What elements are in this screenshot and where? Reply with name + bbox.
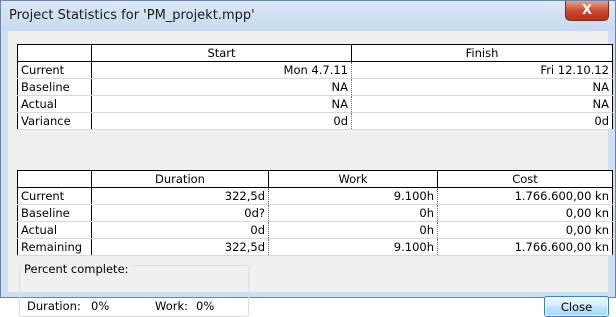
start-cell: 0d xyxy=(91,112,352,130)
duration-percent-label: Duration: xyxy=(27,299,81,313)
row-label: Actual xyxy=(17,95,92,113)
work-cell: 0h xyxy=(268,221,438,239)
column-header-finish: Finish xyxy=(351,44,613,62)
table-row: Current Mon 4.7.11 Fri 12.10.12 xyxy=(17,61,613,79)
window-title: Project Statistics for 'PM_projekt.mpp' xyxy=(9,8,255,23)
duration-percent-value: 0% xyxy=(91,299,110,313)
work-cell: 9.100h xyxy=(268,238,438,256)
table-row: Actual 0d 0h 0,00 kn xyxy=(17,221,613,239)
row-label: Current xyxy=(17,187,92,205)
cost-cell: 0,00 kn xyxy=(437,204,613,222)
column-header-work: Work xyxy=(268,170,438,188)
row-label: Variance xyxy=(17,112,92,130)
table-header-row: Duration Work Cost xyxy=(17,170,613,188)
row-label: Baseline xyxy=(17,78,92,96)
cost-cell: 1.766.600,00 kn xyxy=(437,238,613,256)
row-label: Baseline xyxy=(17,204,92,222)
column-header-duration: Duration xyxy=(91,170,269,188)
start-cell: NA xyxy=(91,78,352,96)
column-header-cost: Cost xyxy=(437,170,613,188)
table-row: Baseline NA NA xyxy=(17,78,613,96)
finish-cell: NA xyxy=(351,95,613,113)
duration-cell: 0d? xyxy=(91,204,269,222)
close-window-icon[interactable]: X xyxy=(565,1,609,21)
title-bar[interactable]: Project Statistics for 'PM_projekt.mpp' … xyxy=(1,1,615,31)
start-cell: NA xyxy=(91,95,352,113)
row-label: Remaining xyxy=(17,238,92,256)
cost-cell: 1.766.600,00 kn xyxy=(437,187,613,205)
table-row: Remaining 322,5d 9.100h 1.766.600,00 kn xyxy=(17,238,613,256)
project-statistics-dialog: Project Statistics for 'PM_projekt.mpp' … xyxy=(0,0,616,317)
table-row: Current 322,5d 9.100h 1.766.600,00 kn xyxy=(17,187,613,205)
row-label: Actual xyxy=(17,221,92,239)
finish-cell: Fri 12.10.12 xyxy=(351,61,613,79)
duration-cell: 322,5d xyxy=(91,238,269,256)
column-header-start: Start xyxy=(91,44,352,62)
work-percent-label: Work: xyxy=(155,299,188,313)
work-percent-value: 0% xyxy=(196,299,215,313)
work-cell: 9.100h xyxy=(268,187,438,205)
statistics-table: Duration Work Cost Current 322,5d 9.100h… xyxy=(17,170,613,256)
table-row: Baseline 0d? 0h 0,00 kn xyxy=(17,204,613,222)
duration-cell: 322,5d xyxy=(91,187,269,205)
finish-cell: NA xyxy=(351,78,613,96)
row-label: Current xyxy=(17,61,92,79)
start-cell: Mon 4.7.11 xyxy=(91,61,352,79)
close-button[interactable]: Close xyxy=(544,296,609,317)
corner-cell xyxy=(17,170,92,188)
corner-cell xyxy=(17,44,92,62)
table-row: Actual NA NA xyxy=(17,95,613,113)
percent-complete-label: Percent complete: xyxy=(22,262,131,276)
table-header-row: Start Finish xyxy=(17,44,613,62)
table-row: Variance 0d 0d xyxy=(17,112,613,130)
work-cell: 0h xyxy=(268,204,438,222)
duration-cell: 0d xyxy=(91,221,269,239)
dates-table: Start Finish Current Mon 4.7.11 Fri 12.1… xyxy=(17,44,613,130)
dialog-client-area: Start Finish Current Mon 4.7.11 Fri 12.1… xyxy=(8,31,613,317)
cost-cell: 0,00 kn xyxy=(437,221,613,239)
finish-cell: 0d xyxy=(351,112,613,130)
